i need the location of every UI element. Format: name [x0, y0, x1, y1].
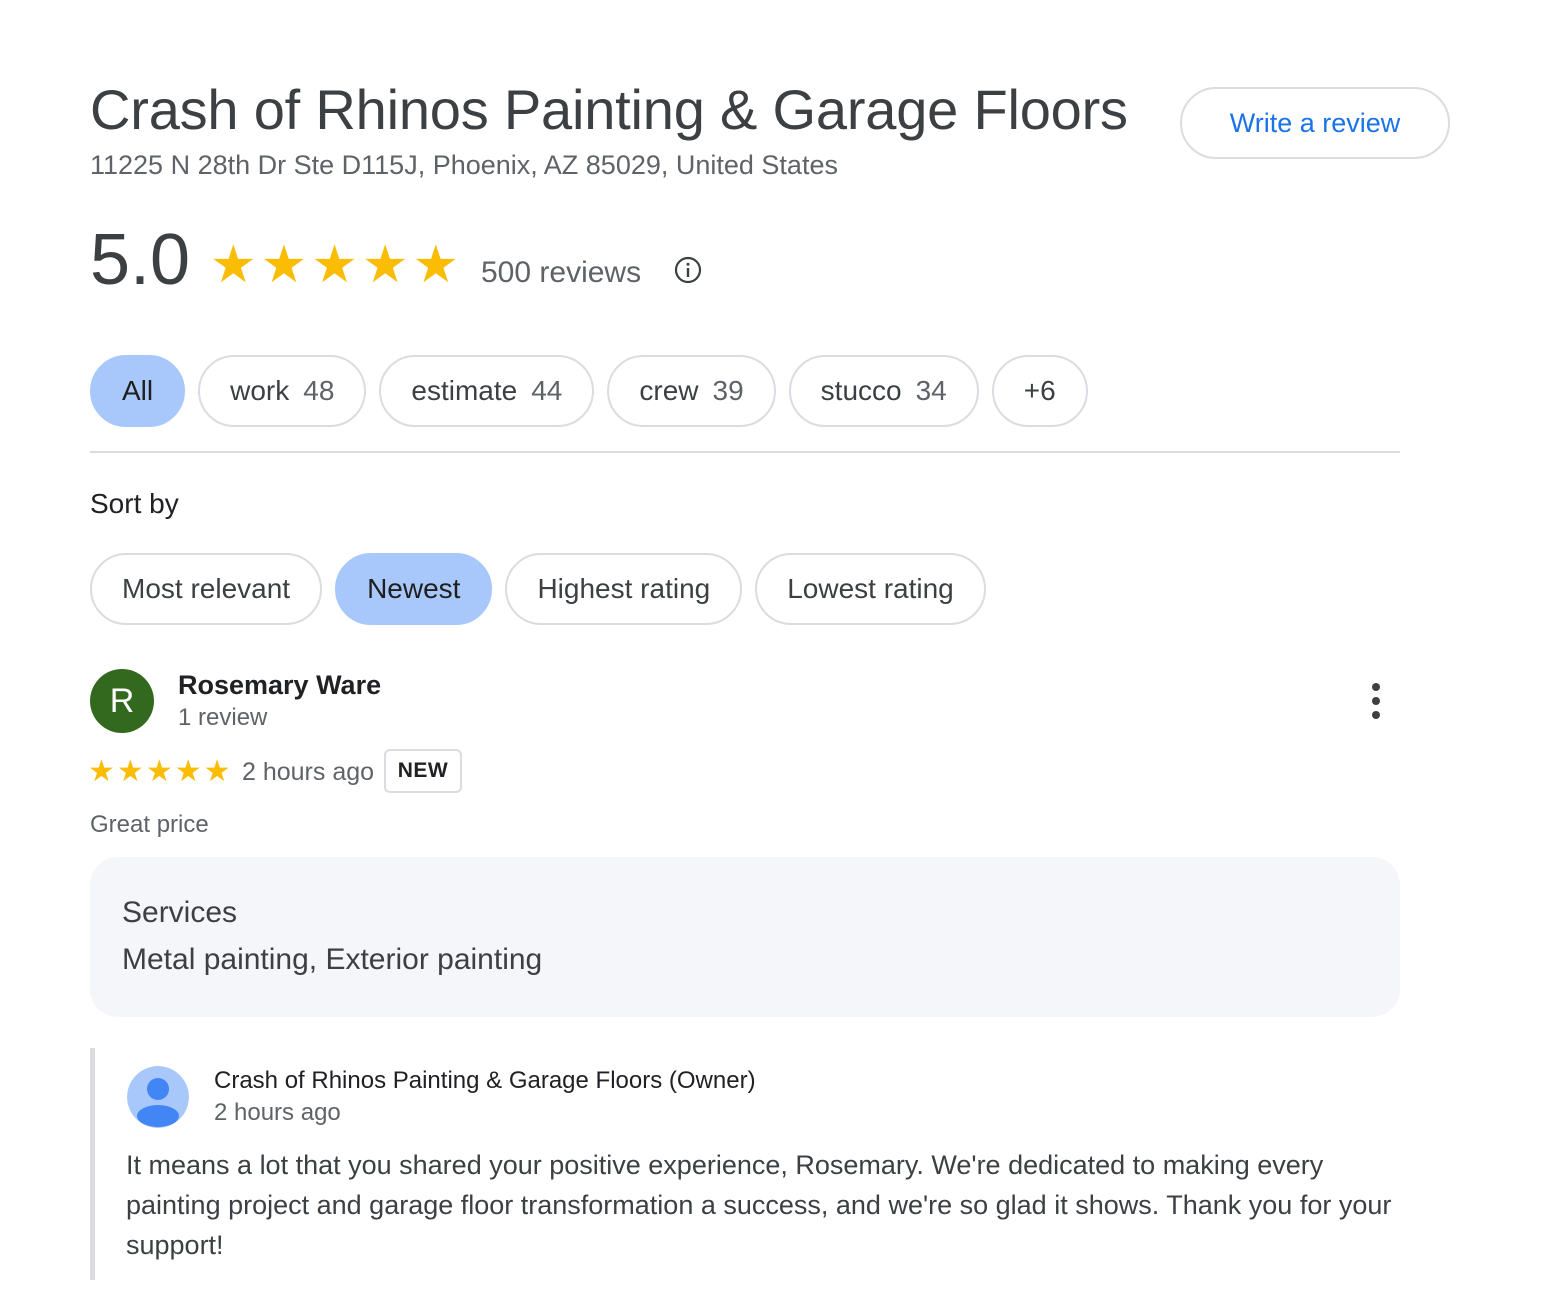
chip-crew[interactable]: crew 39: [607, 355, 776, 427]
review-time: 2 hours ago: [242, 758, 375, 786]
owner-name: Crash of Rhinos Painting & Garage Floors…: [214, 1067, 756, 1094]
chip-count: 44: [531, 375, 563, 406]
sort-label: Sort by: [90, 488, 179, 519]
review-count: 500 reviews: [481, 256, 642, 289]
chip-stucco[interactable]: stucco 34: [788, 355, 979, 427]
divider: [90, 451, 1400, 453]
star-icon: ★: [174, 755, 202, 788]
sort-newest[interactable]: Newest: [335, 553, 493, 625]
services-label: Services: [122, 896, 238, 929]
chip-all[interactable]: All: [90, 355, 186, 427]
new-badge: NEW: [384, 749, 462, 793]
chip-label: crew: [639, 375, 699, 406]
chip-count: 34: [915, 375, 947, 406]
star-icon: ★: [210, 236, 257, 294]
owner-reply-text: It means a lot that you shared your posi…: [126, 1150, 1392, 1260]
star-icon: ★: [412, 236, 460, 294]
person-icon: [127, 1066, 189, 1128]
reviewer-avatar[interactable]: R: [90, 669, 154, 733]
star-icon: ★: [361, 236, 409, 294]
star-icon: ★: [260, 236, 308, 294]
chip-count: 48: [303, 375, 335, 406]
chip-estimate[interactable]: estimate 44: [379, 355, 595, 427]
more-vert-icon[interactable]: [1360, 680, 1392, 722]
sort-highest-rating[interactable]: Highest rating: [505, 553, 743, 625]
star-icon: ★: [145, 755, 173, 788]
chip-label: estimate: [411, 375, 518, 406]
star-icon: ★: [311, 236, 358, 294]
owner-reply-time: 2 hours ago: [214, 1099, 341, 1126]
rating-stars: ★ ★ ★ ★ ★: [210, 236, 459, 294]
services-value: Metal painting, Exterior painting: [122, 943, 543, 976]
business-address: 11225 N 28th Dr Ste D115J, Phoenix, AZ 8…: [90, 150, 838, 180]
chip-label: +6: [1023, 375, 1056, 406]
average-rating: 5.0: [90, 220, 191, 300]
sort-options: Most relevant Newest Highest rating Lowe…: [90, 553, 986, 625]
topic-chips: All work 48 estimate 44 crew 39 stucco 3…: [90, 355, 1088, 427]
chip-work[interactable]: work 48: [198, 355, 367, 427]
sort-most-relevant[interactable]: Most relevant: [90, 553, 323, 625]
chip-more-topics[interactable]: +6: [991, 355, 1088, 427]
services-box: Services Metal painting, Exterior painti…: [90, 857, 1400, 1017]
chip-count: 39: [712, 375, 744, 406]
owner-reply: Crash of Rhinos Painting & Garage Floors…: [90, 1048, 1400, 1280]
reviewer-review-count: 1 review: [178, 704, 268, 731]
star-icon: ★: [88, 755, 115, 788]
chip-label: All: [122, 375, 154, 406]
review-stars: ★ ★ ★ ★ ★: [88, 755, 231, 789]
write-review-button[interactable]: Write a review: [1180, 87, 1450, 159]
star-icon: ★: [116, 755, 144, 788]
reviews-page: Crash of Rhinos Painting & Garage Floors…: [0, 0, 1544, 1306]
review-text: Great price: [90, 811, 209, 838]
business-name: Crash of Rhinos Painting & Garage Floors: [90, 78, 1128, 141]
chip-label: stucco: [820, 375, 902, 406]
reviewer-name[interactable]: Rosemary Ware: [178, 668, 381, 702]
sort-lowest-rating[interactable]: Lowest rating: [755, 553, 986, 625]
star-icon: ★: [203, 755, 231, 788]
info-icon[interactable]: [673, 255, 703, 285]
chip-label: work: [230, 375, 290, 406]
